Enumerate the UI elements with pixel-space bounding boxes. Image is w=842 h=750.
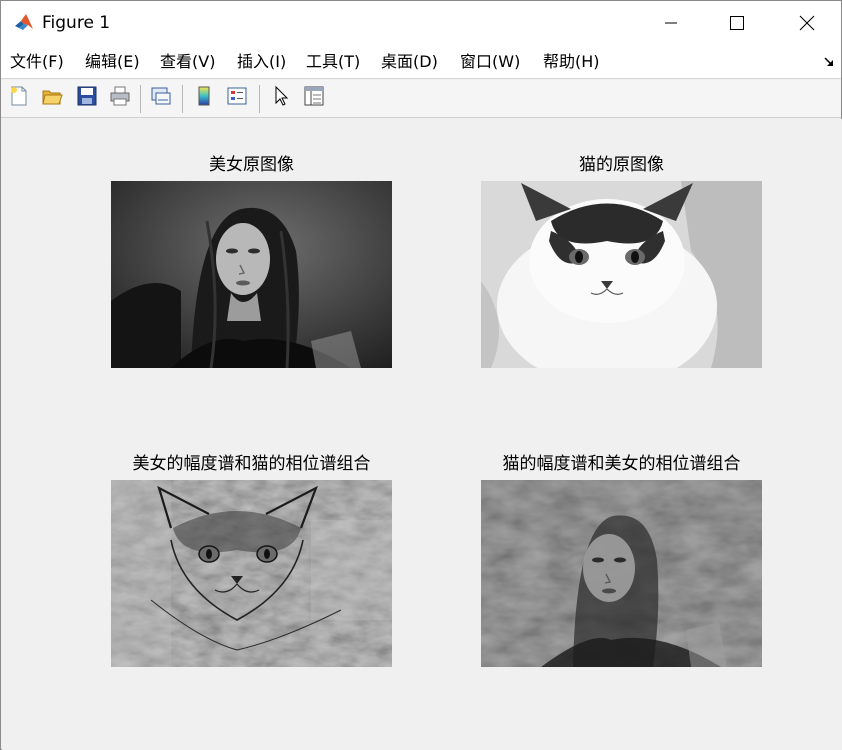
toolbar-separator xyxy=(140,85,141,113)
colorbar-icon xyxy=(193,85,215,111)
open-file-icon xyxy=(41,85,63,111)
plot-title-cat-original: 猫的原图像 xyxy=(579,155,664,175)
title-bar[interactable]: Figure 1 xyxy=(1,1,841,45)
property-inspector-button[interactable] xyxy=(301,85,327,111)
axes-woman-mag-cat-phase[interactable] xyxy=(111,480,392,667)
cat-original-image xyxy=(481,181,762,368)
menu-file[interactable]: 文件(F) xyxy=(10,51,64,73)
woman-original-image xyxy=(111,181,392,368)
cat-mag-woman-phase-image xyxy=(481,480,762,667)
legend-icon xyxy=(226,85,248,111)
colorbar-button[interactable] xyxy=(191,85,217,111)
toolbar-separator xyxy=(182,85,183,113)
figure-toolbar xyxy=(1,80,841,118)
plot-title-woman-original: 美女原图像 xyxy=(209,155,294,175)
menu-insert[interactable]: 插入(I) xyxy=(237,51,286,73)
menu-window[interactable]: 窗口(W) xyxy=(460,51,520,73)
menu-edit[interactable]: 编辑(E) xyxy=(85,51,140,73)
print-button[interactable] xyxy=(107,85,133,111)
link-plot-button[interactable] xyxy=(148,85,174,111)
toolbar-separator xyxy=(259,85,260,113)
axes-woman-original[interactable] xyxy=(111,181,392,368)
axes-cat-mag-woman-phase[interactable] xyxy=(481,480,762,667)
matlab-icon xyxy=(13,12,35,34)
pointer-icon xyxy=(270,85,292,111)
save-button[interactable] xyxy=(74,85,100,111)
close-icon xyxy=(799,15,815,31)
minimize-button[interactable] xyxy=(641,1,701,45)
plot-title-woman-mag-cat-phase: 美女的幅度谱和猫的相位谱组合 xyxy=(132,454,371,474)
menu-view[interactable]: 查看(V) xyxy=(160,51,215,73)
woman-mag-cat-phase-image xyxy=(111,480,392,667)
maximize-button[interactable] xyxy=(707,1,767,45)
close-button[interactable] xyxy=(777,1,837,45)
property-inspector-icon xyxy=(303,85,325,111)
save-icon xyxy=(76,85,98,111)
menu-desktop[interactable]: 桌面(D) xyxy=(381,51,438,73)
menu-bar: 文件(F) 编辑(E) 查看(V) 插入(I) 工具(T) 桌面(D) 窗口(W… xyxy=(1,45,841,79)
legend-button[interactable] xyxy=(224,85,250,111)
figure-window: Figure 1 文件(F) 编辑(E) 查看(V) 插入(I) 工具(T) 桌… xyxy=(0,0,842,750)
dock-arrow-icon[interactable] xyxy=(823,53,835,66)
menu-help[interactable]: 帮助(H) xyxy=(543,51,600,73)
edit-plot-button[interactable] xyxy=(268,85,294,111)
new-figure-button[interactable] xyxy=(6,85,32,111)
open-file-button[interactable] xyxy=(39,85,65,111)
figure-canvas[interactable]: 美女原图像 猫的原图像 美女的幅度谱和猫的相位谱组合 猫的幅度谱和美女的相位谱组… xyxy=(2,119,842,750)
link-plot-icon xyxy=(150,85,172,111)
new-figure-icon xyxy=(8,85,30,111)
plot-title-cat-mag-woman-phase: 猫的幅度谱和美女的相位谱组合 xyxy=(502,454,741,474)
axes-cat-original[interactable] xyxy=(481,181,762,368)
window-title: Figure 1 xyxy=(42,13,111,33)
menu-tools[interactable]: 工具(T) xyxy=(306,51,360,73)
minimize-icon xyxy=(664,16,678,30)
print-icon xyxy=(109,85,131,111)
maximize-icon xyxy=(729,15,745,31)
